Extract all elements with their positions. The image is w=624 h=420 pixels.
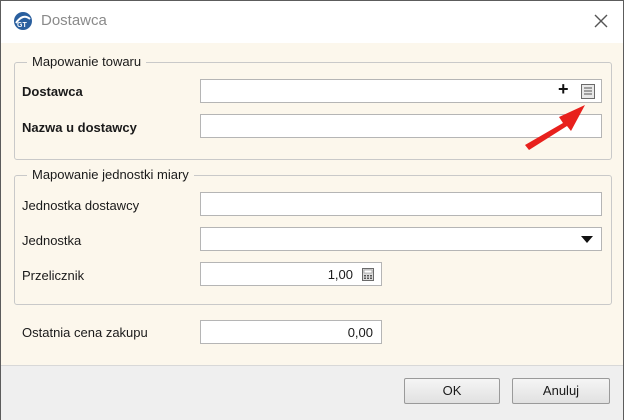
jednostka-select[interactable] (200, 227, 602, 251)
przelicznik-field[interactable]: 1,00 (200, 262, 382, 286)
ok-button[interactable]: OK (404, 378, 500, 404)
app-logo-icon: GT (14, 12, 32, 30)
group-towar-legend: Mapowanie towaru (27, 54, 147, 69)
przelicznik-label: Przelicznik (22, 268, 85, 283)
ostatnia-cena-label: Ostatnia cena zakupu (22, 325, 148, 340)
dialog-window: GT Dostawca Mapowanie towaru Dostawca + … (0, 0, 624, 420)
ostatnia-cena-field: 0,00 (200, 320, 382, 344)
dialog-body: Mapowanie towaru Dostawca + Nazwa u dost… (1, 43, 623, 419)
jednostka-dostawcy-field[interactable] (200, 192, 602, 216)
calculator-icon[interactable] (362, 268, 374, 281)
jednostka-dostawcy-label: Jednostka dostawcy (22, 198, 140, 213)
cancel-button[interactable]: Anuluj (512, 378, 610, 404)
jednostka-label: Jednostka (22, 233, 82, 248)
svg-text:GT: GT (17, 22, 27, 29)
ostatnia-cena-value: 0,00 (347, 325, 373, 340)
group-jednostka-legend: Mapowanie jednostki miary (27, 167, 194, 182)
window-title: Dostawca (41, 12, 107, 29)
title-bar: GT Dostawca (1, 1, 623, 43)
przelicznik-value: 1,00 (327, 267, 353, 282)
close-icon[interactable] (591, 11, 611, 31)
dropdown-arrow-icon[interactable] (581, 236, 593, 244)
button-bar: OK Anuluj (1, 365, 623, 420)
nazwa-label: Nazwa u dostawcy (22, 120, 137, 135)
red-arrow-annotation (525, 105, 585, 150)
dostawca-label: Dostawca (22, 84, 83, 99)
